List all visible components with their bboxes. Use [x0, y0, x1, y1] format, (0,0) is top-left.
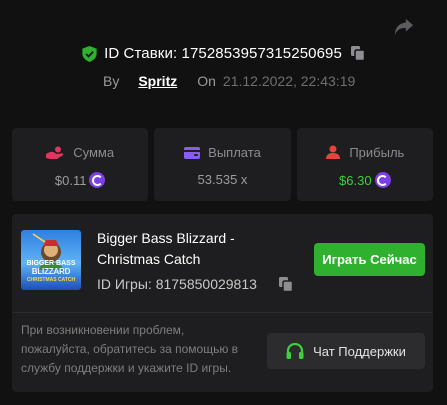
- amount-label: Сумма: [73, 145, 115, 160]
- headset-icon: [286, 342, 304, 359]
- coin-icon: [374, 172, 391, 188]
- support-chat-button[interactable]: Чат Поддержки: [267, 333, 425, 369]
- stat-payout: Выплата 53.535 x: [154, 128, 291, 201]
- shield-check-icon: [82, 45, 97, 62]
- support-help-text: При возникновении проблем, пожалуйста, о…: [21, 323, 239, 375]
- copy-icon[interactable]: [350, 46, 365, 61]
- bet-id-row: ID Ставки: 1752853957315250695: [0, 45, 447, 62]
- play-now-button[interactable]: Играть Сейчас: [314, 243, 425, 276]
- coin-icon: [89, 172, 106, 188]
- game-id-value: 8175850029813: [155, 276, 257, 292]
- game-thumbnail[interactable]: BIGGER BASS BLIZZARD CHRISTMAS CATCH: [21, 230, 81, 290]
- profit-user-icon: [326, 145, 341, 159]
- bet-id-label: ID Ставки:: [104, 45, 178, 62]
- divider: [12, 312, 433, 313]
- username-link[interactable]: Spritz: [138, 73, 177, 89]
- share-icon[interactable]: [393, 17, 415, 37]
- payout-value: 53.535 x: [197, 172, 248, 187]
- game-id-row: ID Игры: 8175850029813: [97, 276, 293, 292]
- wallet-icon: [184, 146, 201, 159]
- copy-icon[interactable]: [278, 276, 293, 292]
- game-logo: BIGGER BASS BLIZZARD CHRISTMAS CATCH: [26, 260, 76, 283]
- bet-datetime: 21.12.2022, 22:43:19: [222, 73, 356, 89]
- stat-amount: Сумма $0.11: [12, 128, 149, 201]
- profit-value: $6.30: [339, 172, 372, 188]
- bet-stats: Сумма $0.11 Выплата 53.535 x Прибыль $6.…: [12, 128, 433, 201]
- bet-author-row: By Spritz On 21.12.2022, 22:43:19: [103, 73, 355, 89]
- by-label: By: [103, 73, 120, 89]
- on-label: On: [197, 73, 216, 89]
- game-id-label: ID Игры:: [97, 276, 152, 292]
- bet-id-value: 1752853957315250695: [181, 45, 342, 62]
- hand-coin-icon: [46, 146, 64, 159]
- support-chat-label: Чат Поддержки: [313, 343, 406, 359]
- amount-value: $0.11: [54, 172, 87, 188]
- payout-label: Выплата: [208, 145, 261, 160]
- profit-label: Прибыль: [349, 145, 405, 160]
- game-title[interactable]: Bigger Bass Blizzard - Christmas Catch: [97, 228, 277, 270]
- stat-profit: Прибыль $6.30: [296, 128, 433, 201]
- game-card: BIGGER BASS BLIZZARD CHRISTMAS CATCH Big…: [12, 214, 433, 392]
